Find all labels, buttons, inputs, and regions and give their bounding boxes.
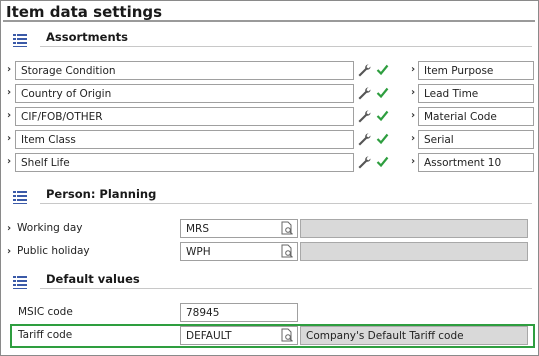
section-divider [40,288,532,289]
chevron-right-icon[interactable]: › [411,133,415,144]
assortment-field[interactable]: Serial [418,130,534,149]
section-title-default-values: Default values [46,272,140,286]
public-holiday-label: Public holiday [17,245,90,257]
chevron-right-icon[interactable]: › [411,156,415,167]
checkmark-icon [376,156,389,168]
checkmark-icon [376,133,389,145]
assortment-field[interactable]: CIF/FOB/OTHER [15,107,354,126]
tariff-code-label: Tariff code [18,329,73,341]
working-day-label: Working day [17,222,83,234]
section-title-assortments: Assortments [46,30,128,44]
page-title: Item data settings [6,3,163,21]
document-search-icon[interactable] [280,328,294,342]
checkmark-icon [376,87,389,99]
working-day-description [300,219,528,238]
wrench-icon[interactable] [357,63,371,77]
chevron-right-icon[interactable]: › [7,133,11,144]
section-divider [40,46,532,47]
assortment-field[interactable]: Item Purpose [418,61,534,80]
chevron-right-icon[interactable]: › [7,110,11,121]
tariff-code-description: Company's Default Tariff code [300,326,528,345]
public-holiday-description [300,242,528,261]
list-section-icon [13,191,27,204]
chevron-right-icon[interactable]: › [7,156,11,167]
chevron-right-icon[interactable]: › [411,110,415,121]
chevron-right-icon[interactable]: › [7,223,11,234]
wrench-icon[interactable] [357,155,371,169]
list-section-icon [13,276,27,289]
assortment-field[interactable]: Storage Condition [15,61,354,80]
msic-code-label: MSIC code [18,306,73,318]
section-title-planning: Person: Planning [46,187,157,201]
checkmark-icon [376,110,389,122]
document-search-icon[interactable] [280,221,294,235]
msic-code-input[interactable]: 78945 [180,303,298,322]
assortment-field[interactable]: Shelf Life [15,153,354,172]
wrench-icon[interactable] [357,132,371,146]
chevron-right-icon[interactable]: › [7,87,11,98]
document-search-icon[interactable] [280,244,294,258]
chevron-right-icon[interactable]: › [7,64,11,75]
checkmark-icon [376,64,389,76]
chevron-right-icon[interactable]: › [7,246,11,257]
wrench-icon[interactable] [357,86,371,100]
assortment-field[interactable]: Material Code [418,107,534,126]
chevron-right-icon[interactable]: › [411,64,415,75]
assortment-field[interactable]: Item Class [15,130,354,149]
section-divider [40,203,532,204]
chevron-right-icon[interactable]: › [411,87,415,98]
assortment-field[interactable]: Country of Origin [15,84,354,103]
title-divider [3,20,535,22]
wrench-icon[interactable] [357,109,371,123]
assortment-field[interactable]: Assortment 10 [418,153,534,172]
assortment-field[interactable]: Lead Time [418,84,534,103]
list-section-icon [13,34,27,47]
